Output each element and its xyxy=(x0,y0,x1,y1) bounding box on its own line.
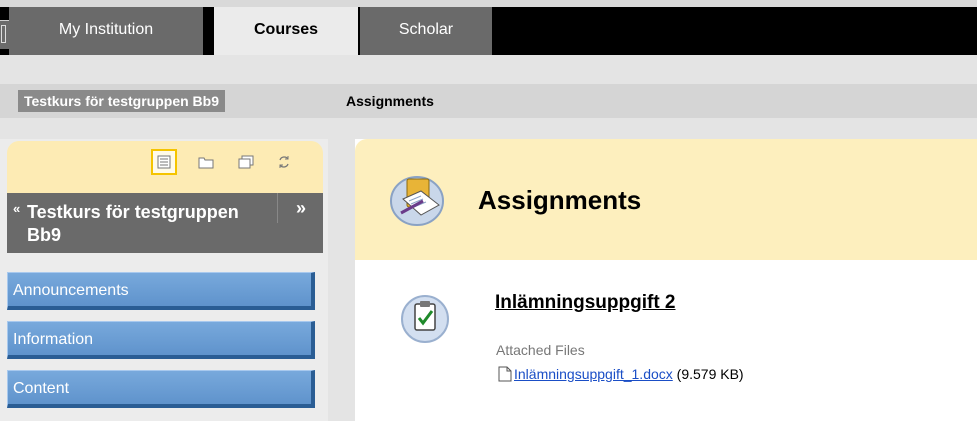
tab-courses[interactable]: Courses xyxy=(214,7,358,55)
page-title: Assignments xyxy=(478,185,642,215)
tab-overflow-stub[interactable] xyxy=(0,20,9,49)
tab-my-institution[interactable]: My Institution xyxy=(9,7,207,55)
attached-file-link[interactable]: Inlämningsuppgift_1.docx xyxy=(514,366,673,382)
document-icon xyxy=(498,366,512,382)
course-menu-toolbar xyxy=(7,141,323,193)
top-navigation-bar: My Institution Courses Scholar xyxy=(0,0,977,55)
course-menu-header: « Testkurs för testgruppen Bb9 » xyxy=(7,193,323,253)
assignment-title-link[interactable]: Inlämningsuppgift 2 xyxy=(495,292,676,314)
content-area: Assignments Inlämningsuppgift 2 Attached… xyxy=(355,139,977,421)
course-menu-title: Testkurs för testgruppen Bb9 xyxy=(27,202,239,245)
page-header: Assignments xyxy=(355,139,977,260)
attached-file-row: Inlämningsuppgift_1.docx (9.579 KB) xyxy=(498,366,744,382)
collapse-menu-icon[interactable]: « xyxy=(13,201,20,216)
new-window-icon[interactable] xyxy=(233,149,259,175)
attached-files-label: Attached Files xyxy=(496,342,585,358)
menu-item-information[interactable]: Information xyxy=(7,321,315,359)
refresh-icon[interactable] xyxy=(271,149,297,175)
course-menu: « Testkurs för testgruppen Bb9 » Announc… xyxy=(0,139,328,421)
assignment-icon xyxy=(399,292,451,349)
menu-item-announcements[interactable]: Announcements xyxy=(7,272,315,310)
tab-scholar[interactable]: Scholar xyxy=(359,7,492,55)
breadcrumb-current-page: Assignments xyxy=(346,93,434,109)
folder-icon[interactable] xyxy=(193,149,219,175)
assignment-folder-icon xyxy=(387,169,451,234)
expand-menu-button[interactable]: » xyxy=(277,193,324,223)
menu-item-content[interactable]: Content xyxy=(7,370,315,408)
folder-view-icon[interactable] xyxy=(151,149,177,175)
attached-file-size: (9.579 KB) xyxy=(676,366,744,382)
breadcrumb: Testkurs för testgruppen Bb9 Assignments xyxy=(0,84,977,118)
breadcrumb-course-link[interactable]: Testkurs för testgruppen Bb9 xyxy=(18,90,225,112)
